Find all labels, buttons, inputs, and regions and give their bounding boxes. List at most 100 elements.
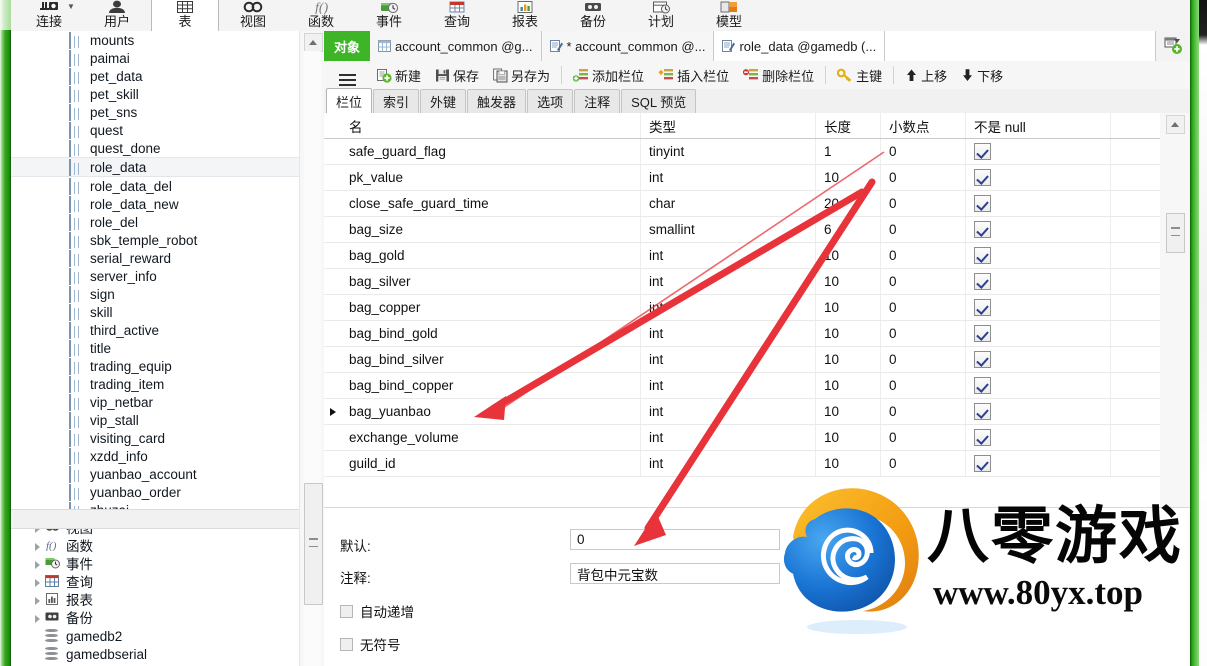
save-button[interactable]: 保存	[428, 64, 486, 86]
expand-arrow-icon[interactable]	[31, 611, 45, 625]
sidebar-table-trading_item[interactable]: trading_item	[11, 375, 300, 393]
sidebar-table-xzdd_info[interactable]: xzdd_info	[11, 447, 300, 465]
cell-field-type[interactable]: int	[641, 269, 816, 294]
subtab-索引[interactable]: 索引	[373, 89, 420, 113]
not-null-checkbox[interactable]	[974, 377, 991, 394]
not-null-checkbox[interactable]	[974, 429, 991, 446]
subtab-外键[interactable]: 外键	[420, 89, 467, 113]
ribbon-item-connect[interactable]: ▼ 连接	[15, 0, 83, 31]
ribbon-item-model[interactable]: 模型	[695, 0, 763, 31]
sidebar-table-vip_netbar[interactable]: vip_netbar	[11, 393, 300, 411]
not-null-checkbox[interactable]	[974, 299, 991, 316]
toolbar-menu-button[interactable]	[324, 74, 370, 76]
cell-field-decimals[interactable]: 0	[881, 451, 966, 476]
grid-scroll-up-button[interactable]	[1166, 115, 1185, 134]
cell-field-not-null[interactable]	[966, 373, 1111, 398]
new-button[interactable]: 新建	[370, 64, 428, 86]
table-row[interactable]: bag_bind_silver int 10 0	[324, 347, 1160, 373]
cell-field-name[interactable]: safe_guard_flag	[341, 139, 641, 164]
new-tab-button[interactable]	[1156, 31, 1190, 61]
sidebar-table-sign[interactable]: sign	[11, 285, 300, 303]
cell-field-not-null[interactable]	[966, 139, 1111, 164]
cell-field-name[interactable]: bag_copper	[341, 295, 641, 320]
cell-field-type[interactable]: tinyint	[641, 139, 816, 164]
sidebar-table-pet_sns[interactable]: pet_sns	[11, 103, 300, 121]
ribbon-item-report[interactable]: 报表	[491, 0, 559, 31]
table-row[interactable]: bag_gold int 10 0	[324, 243, 1160, 269]
cell-field-not-null[interactable]	[966, 321, 1111, 346]
ribbon-item-event[interactable]: 事件	[355, 0, 423, 31]
primary-key-button[interactable]: 主键	[830, 64, 889, 86]
cell-field-not-null[interactable]	[966, 269, 1111, 294]
not-null-checkbox[interactable]	[974, 455, 991, 472]
cell-field-name[interactable]: exchange_volume	[341, 425, 641, 450]
cell-field-name[interactable]: bag_bind_gold	[341, 321, 641, 346]
sidebar-table-yuanbao_account[interactable]: yuanbao_account	[11, 465, 300, 483]
table-row[interactable]: bag_size smallint 6 0	[324, 217, 1160, 243]
ribbon-item-table[interactable]: 表	[151, 0, 219, 31]
cell-field-decimals[interactable]: 0	[881, 165, 966, 190]
ribbon-item-function[interactable]: f() 函数	[287, 0, 355, 31]
expand-arrow-icon[interactable]	[31, 575, 45, 589]
comment-value-input[interactable]: 背包中元宝数	[570, 563, 780, 584]
ribbon-item-user[interactable]: 用户	[83, 0, 151, 31]
grid-header-name[interactable]: 名	[341, 113, 641, 138]
cell-field-not-null[interactable]	[966, 425, 1111, 450]
cell-field-length[interactable]: 20	[816, 191, 881, 216]
not-null-checkbox[interactable]	[974, 351, 991, 368]
not-null-checkbox[interactable]	[974, 403, 991, 420]
cell-field-not-null[interactable]	[966, 399, 1111, 424]
sidebar-table-sbk_temple_robot[interactable]: sbk_temple_robot	[11, 231, 300, 249]
editor-tab-0[interactable]: account_common @g...	[370, 31, 542, 61]
sidebar-table-visiting_card[interactable]: visiting_card	[11, 429, 300, 447]
sidebar-group-函数[interactable]: f() 函数	[11, 537, 300, 555]
cell-field-name[interactable]: pk_value	[341, 165, 641, 190]
table-row[interactable]: bag_bind_gold int 10 0	[324, 321, 1160, 347]
tree-scroll-up-button[interactable]	[304, 33, 323, 52]
sidebar-table-third_active[interactable]: third_active	[11, 321, 300, 339]
sidebar-table-trading_equip[interactable]: trading_equip	[11, 357, 300, 375]
table-row[interactable]: safe_guard_flag tinyint 1 0	[324, 139, 1160, 165]
cell-field-type[interactable]: int	[641, 243, 816, 268]
fields-grid-rows[interactable]: 名类型 长度 小数点 不是 null safe_guard_flag tinyint 1 0 p…	[324, 113, 1160, 507]
cell-field-length[interactable]: 10	[816, 243, 881, 268]
ribbon-item-view[interactable]: 视图	[219, 0, 287, 31]
sidebar-table-yuanbao_order[interactable]: yuanbao_order	[11, 483, 300, 501]
grid-scrollbar[interactable]	[1160, 113, 1190, 507]
ribbon-item-schedule[interactable]: 计划	[627, 0, 695, 31]
table-row[interactable]: bag_silver int 10 0	[324, 269, 1160, 295]
cell-field-length[interactable]: 6	[816, 217, 881, 242]
sidebar-table-vip_stall[interactable]: vip_stall	[11, 411, 300, 429]
table-row[interactable]: pk_value int 10 0	[324, 165, 1160, 191]
sidebar-group-事件[interactable]: 事件	[11, 555, 300, 573]
cell-field-decimals[interactable]: 0	[881, 425, 966, 450]
cell-field-name[interactable]: bag_bind_silver	[341, 347, 641, 372]
cell-field-decimals[interactable]: 0	[881, 347, 966, 372]
grid-header-type[interactable]: 类型	[641, 113, 816, 138]
move-down-button[interactable]: 下移	[954, 64, 1010, 86]
cell-field-length[interactable]: 10	[816, 373, 881, 398]
cell-field-not-null[interactable]	[966, 217, 1111, 242]
cell-field-type[interactable]: int	[641, 373, 816, 398]
tree-scroll-thumb[interactable]	[304, 483, 323, 605]
sidebar-table-quest[interactable]: quest	[11, 121, 300, 139]
cell-field-decimals[interactable]: 0	[881, 139, 966, 164]
cell-field-name[interactable]: bag_bind_copper	[341, 373, 641, 398]
sidebar-table-skill[interactable]: skill	[11, 303, 300, 321]
cell-field-name[interactable]: bag_silver	[341, 269, 641, 294]
expand-arrow-icon[interactable]	[31, 539, 45, 553]
table-row[interactable]: exchange_volume int 10 0	[324, 425, 1160, 451]
table-row[interactable]: close_safe_guard_time char 20 0	[324, 191, 1160, 217]
cell-field-type[interactable]: char	[641, 191, 816, 216]
ribbon-item-backup[interactable]: 备份	[559, 0, 627, 31]
cell-field-not-null[interactable]	[966, 347, 1111, 372]
not-null-checkbox[interactable]	[974, 195, 991, 212]
delete-field-button[interactable]: 删除栏位	[736, 64, 821, 86]
grid-header-length[interactable]: 长度	[816, 113, 881, 138]
editor-tab-2[interactable]: role_data @gamedb (...	[714, 31, 886, 61]
sidebar-table-role_data[interactable]: role_data	[11, 157, 300, 177]
cell-field-type[interactable]: int	[641, 295, 816, 320]
cell-field-not-null[interactable]	[966, 295, 1111, 320]
unsigned-checkbox[interactable]: 无符号	[340, 634, 401, 654]
cell-field-length[interactable]: 10	[816, 269, 881, 294]
